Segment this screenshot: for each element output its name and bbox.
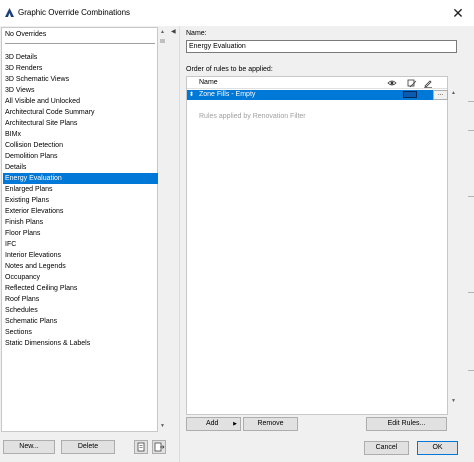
list-item[interactable]: BIMx: [5, 129, 21, 140]
export-icon: [154, 442, 165, 452]
background-edge-line: [468, 101, 474, 102]
chevron-right-icon: ▶: [233, 421, 237, 427]
list-item[interactable]: Finish Plans: [5, 217, 43, 228]
list-item[interactable]: Occupancy: [5, 272, 40, 283]
list-item[interactable]: Architectural Site Plans: [5, 118, 77, 129]
collapse-arrow-icon[interactable]: ◀: [171, 28, 176, 35]
fill-rule-icon: [407, 79, 417, 88]
rule-name: Zone Fills - Empty: [199, 91, 256, 98]
list-item[interactable]: Notes and Legends: [5, 261, 66, 272]
remove-button[interactable]: Remove: [243, 417, 298, 431]
archicad-app-icon: [5, 8, 14, 17]
add-button[interactable]: Add ▶: [186, 417, 241, 431]
list-item[interactable]: Roof Plans: [5, 294, 39, 305]
list-item[interactable]: Details: [5, 162, 26, 173]
rules-scrollbar[interactable]: ▲ ▼: [449, 76, 458, 415]
rule-color-swatch[interactable]: [403, 91, 417, 98]
panel-divider: [179, 26, 180, 462]
drag-handle-icon[interactable]: ⬍: [189, 90, 194, 100]
scroll-down-icon[interactable]: ▼: [449, 398, 458, 404]
list-item[interactable]: Collision Detection: [5, 140, 63, 151]
name-label: Name:: [186, 30, 207, 37]
list-item[interactable]: Enlarged Plans: [5, 184, 52, 195]
list-item[interactable]: Floor Plans: [5, 228, 40, 239]
name-field[interactable]: Energy Evaluation: [186, 40, 457, 53]
list-item[interactable]: Static Dimensions & Labels: [5, 338, 90, 349]
delete-button[interactable]: Delete: [61, 440, 115, 454]
combinations-list[interactable]: No Overrides 3D Details 3D Renders 3D Sc…: [1, 27, 158, 432]
list-item[interactable]: 3D Views: [5, 85, 34, 96]
background-edge-line: [468, 292, 474, 293]
title-bar: Graphic Override Combinations ✕: [0, 0, 474, 26]
list-separator: [5, 43, 155, 44]
renovation-filter-text: Rules applied by Renovation Filter: [199, 113, 306, 120]
new-button[interactable]: New...: [3, 440, 55, 454]
close-button[interactable]: ✕: [448, 4, 468, 22]
ok-button[interactable]: OK: [417, 441, 458, 455]
visibility-icon: [387, 80, 397, 86]
list-item[interactable]: 3D Renders: [5, 63, 42, 74]
import-icon: [137, 442, 145, 452]
list-item[interactable]: Exterior Elevations: [5, 206, 63, 217]
list-item[interactable]: IFC: [5, 239, 16, 250]
background-edge-line: [468, 370, 474, 371]
background-edge-line: [468, 130, 474, 131]
list-item[interactable]: Interior Elevations: [5, 250, 61, 261]
list-item[interactable]: Schematic Plans: [5, 316, 57, 327]
pen-icon: [424, 80, 432, 88]
list-item[interactable]: All Visible and Unlocked: [5, 96, 80, 107]
scroll-down-icon[interactable]: ▼: [158, 423, 167, 429]
rules-list[interactable]: Name ⬍ Zone Fills - Empty ... Rules appl…: [186, 76, 448, 415]
list-item[interactable]: 3D Details: [5, 52, 37, 63]
list-item[interactable]: 3D Schematic Views: [5, 74, 69, 85]
rule-more-button[interactable]: ...: [433, 90, 448, 100]
import-button[interactable]: [134, 440, 148, 454]
list-item[interactable]: Existing Plans: [5, 195, 49, 206]
list-scrollbar[interactable]: ▲ ▼: [158, 27, 167, 432]
scroll-thumb[interactable]: [160, 39, 165, 43]
list-item[interactable]: Sections: [5, 327, 32, 338]
cancel-button[interactable]: Cancel: [364, 441, 409, 455]
scroll-up-icon[interactable]: ▲: [158, 29, 167, 35]
list-item-selected[interactable]: Energy Evaluation: [3, 173, 158, 184]
scroll-up-icon[interactable]: ▲: [449, 90, 458, 96]
column-name-header[interactable]: Name: [199, 79, 218, 86]
edit-rules-button[interactable]: Edit Rules...: [366, 417, 447, 431]
list-item[interactable]: Architectural Code Summary: [5, 107, 94, 118]
list-item[interactable]: Reflected Ceiling Plans: [5, 283, 77, 294]
export-button[interactable]: [152, 440, 166, 454]
rule-row-selected[interactable]: ⬍ Zone Fills - Empty ...: [187, 90, 448, 100]
background-edge-line: [468, 196, 474, 197]
rules-header: Name: [187, 77, 447, 89]
add-button-label: Add: [206, 420, 219, 427]
list-item[interactable]: Schedules: [5, 305, 38, 316]
rules-label: Order of rules to be applied:: [186, 66, 273, 73]
window-title: Graphic Override Combinations: [18, 8, 131, 17]
list-item[interactable]: Demolition Plans: [5, 151, 58, 162]
list-item-no-overrides[interactable]: No Overrides: [5, 29, 46, 40]
